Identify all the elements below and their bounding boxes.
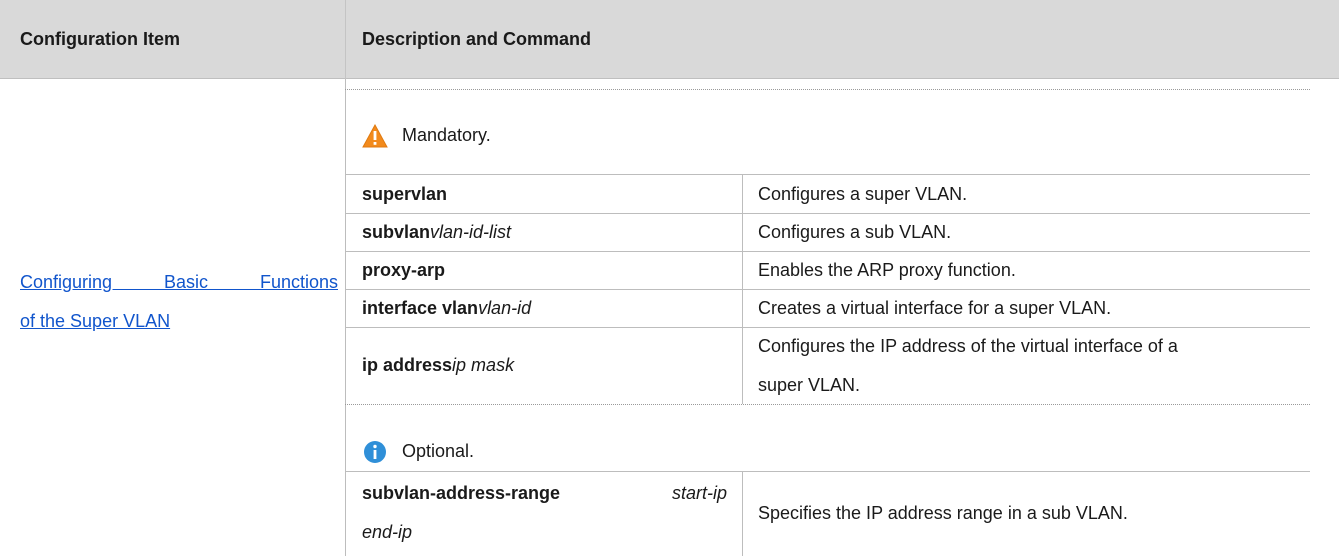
command-interface-vlan: interface vlanvlan-id — [362, 298, 532, 318]
info-icon — [362, 439, 388, 465]
command-subvlan-address-range-args: end-ip — [362, 522, 413, 542]
mandatory-label: Mandatory. — [402, 125, 491, 145]
warning-icon — [362, 123, 388, 149]
command-subvlan-address-range: subvlan-address-range start-ip — [362, 483, 727, 503]
configuring-basic-functions-link[interactable]: Configuring Basic Functions of the Super… — [20, 263, 338, 341]
optional-label: Optional. — [402, 441, 475, 461]
header-divider — [345, 0, 346, 79]
command-proxy-arp: proxy-arp — [362, 260, 446, 280]
description-interface-vlan: Creates a virtual interface for a super … — [758, 298, 1112, 318]
description-proxy-arp: Enables the ARP proxy function. — [758, 260, 1016, 280]
command-subvlan: subvlanvlan-id-list — [362, 222, 512, 242]
description-ip-address-line-2: super VLAN. — [758, 375, 861, 395]
mandatory-note: Mandatory. — [362, 116, 491, 155]
optional-note: Optional. — [362, 432, 474, 471]
row-line — [345, 471, 1310, 472]
link-line-1: Configuring Basic Functions — [20, 272, 338, 292]
description-ip-address-line-1: Configures the IP address of the virtual… — [758, 336, 1178, 356]
description-subvlan-address-range: Specifies the IP address range in a sub … — [758, 503, 1128, 523]
link-line-2: of the Super VLAN — [20, 311, 171, 331]
config-table: Configuration Item Description and Comma… — [0, 0, 1339, 556]
section-separator-top — [345, 89, 1310, 90]
command-ip-address: ip addressip mask — [362, 355, 515, 375]
description-subvlan: Configures a sub VLAN. — [758, 222, 952, 242]
description-supervlan: Configures a super VLAN. — [758, 184, 968, 204]
table-header: Configuration Item Description and Comma… — [0, 0, 1339, 79]
command-supervlan: supervlan — [362, 184, 448, 204]
header-configuration-item: Configuration Item — [20, 29, 180, 49]
subcolumn-divider-2 — [742, 471, 743, 556]
column-divider — [345, 79, 346, 556]
header-description-and-command: Description and Command — [362, 29, 592, 49]
